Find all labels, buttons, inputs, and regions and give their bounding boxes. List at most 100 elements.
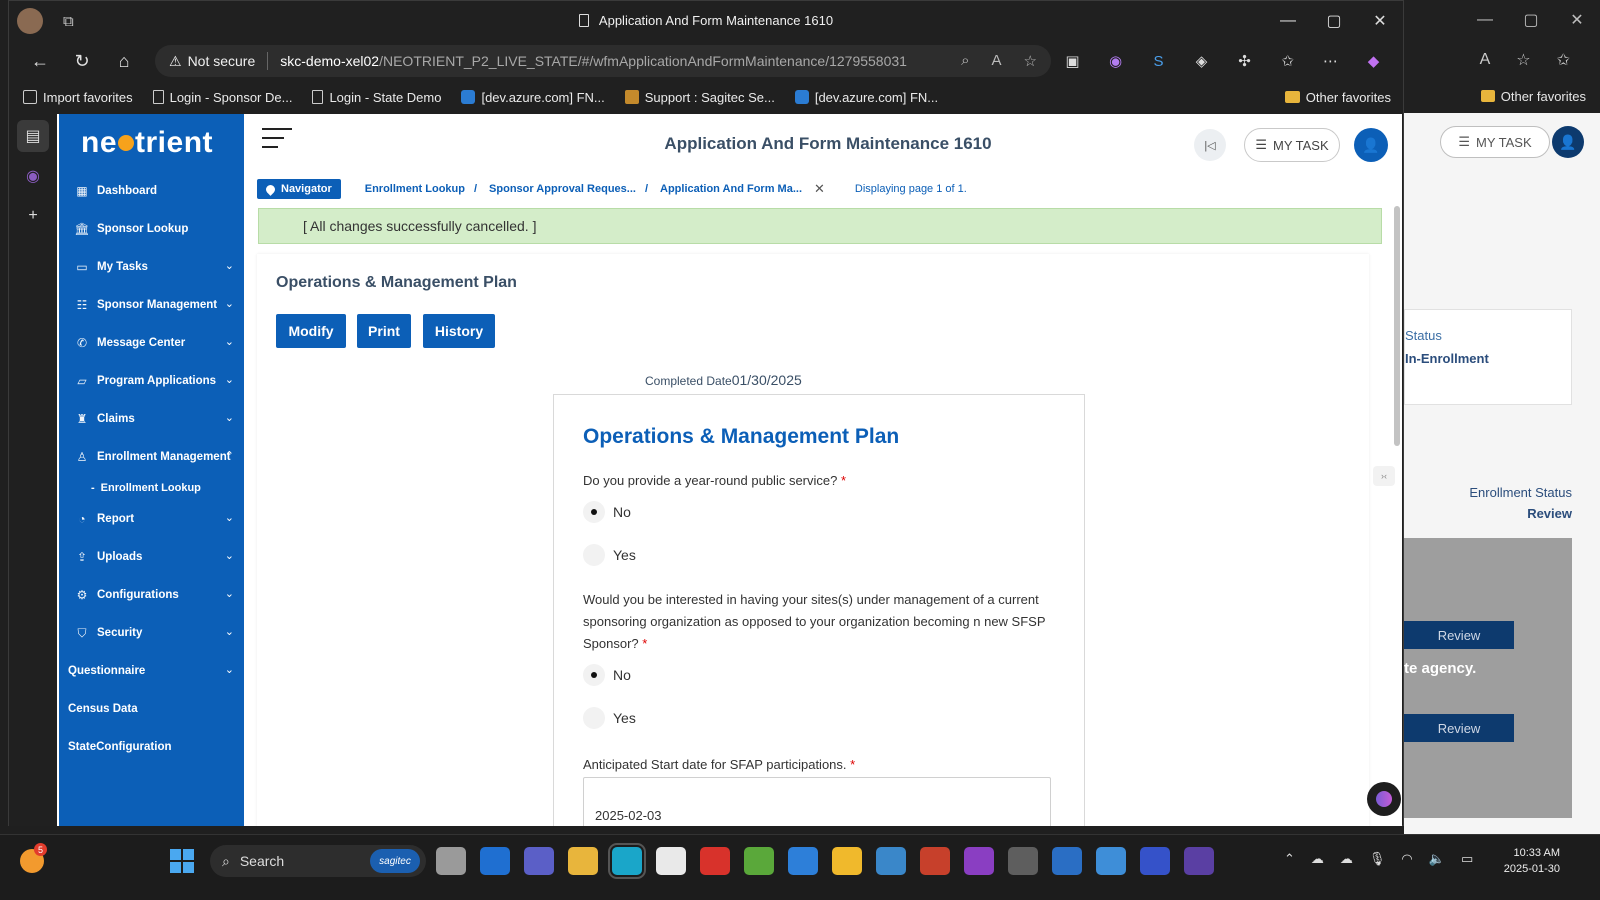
radio-selected[interactable] (583, 664, 605, 686)
maximize-icon[interactable]: ▢ (1311, 1, 1357, 41)
favorite-azure-2[interactable]: [dev.azure.com] FN... (794, 90, 938, 105)
volume-icon[interactable]: 🔈 (1429, 851, 1445, 867)
history-button[interactable]: History (423, 314, 495, 348)
favorite-import[interactable]: Import favorites (23, 90, 133, 105)
stack-icon[interactable] (832, 847, 862, 875)
radio-unselected[interactable] (583, 544, 605, 566)
home-icon[interactable]: ⌂ (103, 51, 145, 72)
favorite-login-state[interactable]: Login - State Demo (312, 90, 441, 105)
sidebar-item-security[interactable]: ⛉ Security ⌄ (59, 614, 244, 652)
extension-s-icon[interactable]: S (1137, 53, 1180, 70)
todo-icon[interactable] (788, 847, 818, 875)
read-aloud-icon[interactable]: A (992, 52, 1002, 70)
bg-avatar[interactable]: 👤 (1552, 126, 1584, 158)
scrollbar[interactable] (1394, 206, 1400, 446)
sidebar-item-sponsor-lookup[interactable]: 🏛 Sponsor Lookup (59, 210, 244, 248)
sidebar-item-sponsor-management[interactable]: ☷ Sponsor Management ⌄ (59, 286, 244, 324)
tab-q-icon[interactable]: ◉ (17, 160, 49, 192)
bg-my-task-button[interactable]: ☰ MY TASK (1440, 126, 1550, 158)
extension-layers-icon[interactable]: ◈ (1180, 52, 1223, 70)
other-favorites[interactable]: Other favorites (1284, 81, 1391, 113)
extension-q-icon[interactable]: ◉ (1094, 52, 1137, 70)
sidebar-item-enrollment-management[interactable]: ♙ Enrollment Management ⌃ (59, 438, 244, 476)
sidebar-item-message-center[interactable]: ✆ Message Center ⌄ (59, 324, 244, 362)
clock[interactable]: 10:33 AM 2025-01-30 (1504, 845, 1560, 877)
q1-option-yes[interactable]: Yes (583, 544, 636, 566)
q-app-icon[interactable] (1184, 847, 1214, 875)
bg-close-icon[interactable]: ✕ (1554, 10, 1600, 30)
breadcrumb-enrollment-lookup[interactable]: Enrollment Lookup (365, 183, 465, 195)
favorites-icon[interactable]: ✩ (1266, 52, 1309, 70)
minimize-icon[interactable]: — (1265, 1, 1311, 41)
sidebar-item-configurations[interactable]: ⚙ Configurations ⌄ (59, 576, 244, 614)
tab-page-icon[interactable]: ▤ (17, 120, 49, 152)
battery-icon[interactable]: ▭ (1461, 851, 1473, 867)
favorite-support-sagitec[interactable]: Support : Sagitec Se... (624, 90, 775, 105)
bg-read-aloud-icon[interactable]: A (1480, 51, 1491, 69)
vivaldi-icon[interactable] (700, 847, 730, 875)
refresh-icon[interactable]: ↻ (61, 51, 103, 72)
notepad-icon[interactable] (1096, 847, 1126, 875)
wifi-icon[interactable]: ◠ (1401, 851, 1412, 867)
assistant-floating-icon[interactable] (1367, 782, 1401, 816)
favorite-star-icon[interactable]: ☆ (1024, 52, 1037, 70)
neotrient-logo[interactable]: ne trient (59, 114, 244, 172)
app-s-icon[interactable] (656, 847, 686, 875)
sidebar-item-dashboard[interactable]: ▦ Dashboard (59, 172, 244, 210)
security-label[interactable]: Not secure (188, 53, 256, 69)
more-icon[interactable]: ⋯ (1309, 52, 1352, 70)
q1-option-no[interactable]: No (583, 501, 631, 523)
mic-icon[interactable]: 🎙 (1369, 851, 1386, 867)
outlook-icon[interactable] (480, 847, 510, 875)
radio-selected[interactable] (583, 501, 605, 523)
bg-minimize-icon[interactable]: — (1462, 11, 1508, 29)
file-explorer-icon[interactable] (568, 847, 598, 875)
chat-icon[interactable] (1140, 847, 1170, 875)
close-breadcrumb-icon[interactable]: ✕ (814, 181, 825, 197)
start-button[interactable] (170, 849, 194, 873)
breadcrumb-sponsor-approval[interactable]: Sponsor Approval Reques... (489, 183, 636, 195)
back-icon[interactable]: ← (19, 51, 61, 72)
extension-icon[interactable]: ▣ (1051, 52, 1094, 70)
teams-icon[interactable] (524, 847, 554, 875)
photos-icon[interactable] (876, 847, 906, 875)
power-icon[interactable] (964, 847, 994, 875)
zoom-icon[interactable]: ⌕ (961, 52, 969, 70)
copilot-icon[interactable]: ◆ (1352, 52, 1395, 70)
task-view-icon[interactable] (436, 847, 466, 875)
extensions-icon[interactable]: ✣ (1223, 52, 1266, 70)
powershell-icon[interactable] (1052, 847, 1082, 875)
snip-icon[interactable] (1008, 847, 1038, 875)
radio-unselected[interactable] (583, 707, 605, 729)
bg-favorites-icon[interactable]: ✩ (1557, 50, 1570, 70)
taskbar-search[interactable]: ⌕ Search sagitec (210, 845, 426, 877)
bg-other-favorites[interactable]: Other favorites (1404, 80, 1600, 112)
navigator-button[interactable]: Navigator (257, 179, 341, 199)
address-bar[interactable]: ⚠ Not secure skc-demo-xel02/NEOTRIENT_P2… (155, 45, 1051, 77)
sidebar-item-report[interactable]: ◔ Report ⌄ (59, 500, 244, 538)
edge-icon[interactable] (608, 843, 646, 879)
my-task-button[interactable]: ☰ MY TASK (1244, 128, 1340, 162)
start-date-field[interactable]: 2025-02-03 (583, 777, 1051, 826)
back-to-start-icon[interactable]: |◁ (1194, 129, 1226, 161)
sidebar-subitem-enrollment-lookup[interactable]: - Enrollment Lookup (59, 476, 244, 500)
chevron-up-icon[interactable]: ⌃ (1284, 851, 1295, 867)
notepad-green-icon[interactable] (744, 847, 774, 875)
print-button[interactable]: Print (357, 314, 411, 348)
sidebar-item-questionnaire[interactable]: Questionnaire ⌄ (59, 652, 244, 690)
bg-review-button[interactable]: Review (1404, 621, 1514, 649)
close-icon[interactable]: ✕ (1357, 1, 1403, 41)
sidebar-item-claims[interactable]: ♜ Claims ⌄ (59, 400, 244, 438)
sidebar-item-program-applications[interactable]: ▱ Program Applications ⌄ (59, 362, 244, 400)
breadcrumb-application-form[interactable]: Application And Form Ma... (660, 183, 802, 195)
onedrive-warning-icon[interactable]: ☁ (1311, 851, 1324, 867)
sidebar-item-state-configuration[interactable]: StateConfiguration (59, 728, 244, 766)
bg-review-button[interactable]: Review (1404, 714, 1514, 742)
q2-option-yes[interactable]: Yes (583, 707, 636, 729)
favorite-login-sponsor[interactable]: Login - Sponsor De... (152, 90, 292, 105)
q2-option-no[interactable]: No (583, 664, 631, 686)
modify-button[interactable]: Modify (276, 314, 346, 348)
bg-favorite-star-icon[interactable]: ☆ (1516, 50, 1530, 70)
user-avatar[interactable]: 👤 (1354, 128, 1388, 162)
sidebar-item-uploads[interactable]: ⇪ Uploads ⌄ (59, 538, 244, 576)
